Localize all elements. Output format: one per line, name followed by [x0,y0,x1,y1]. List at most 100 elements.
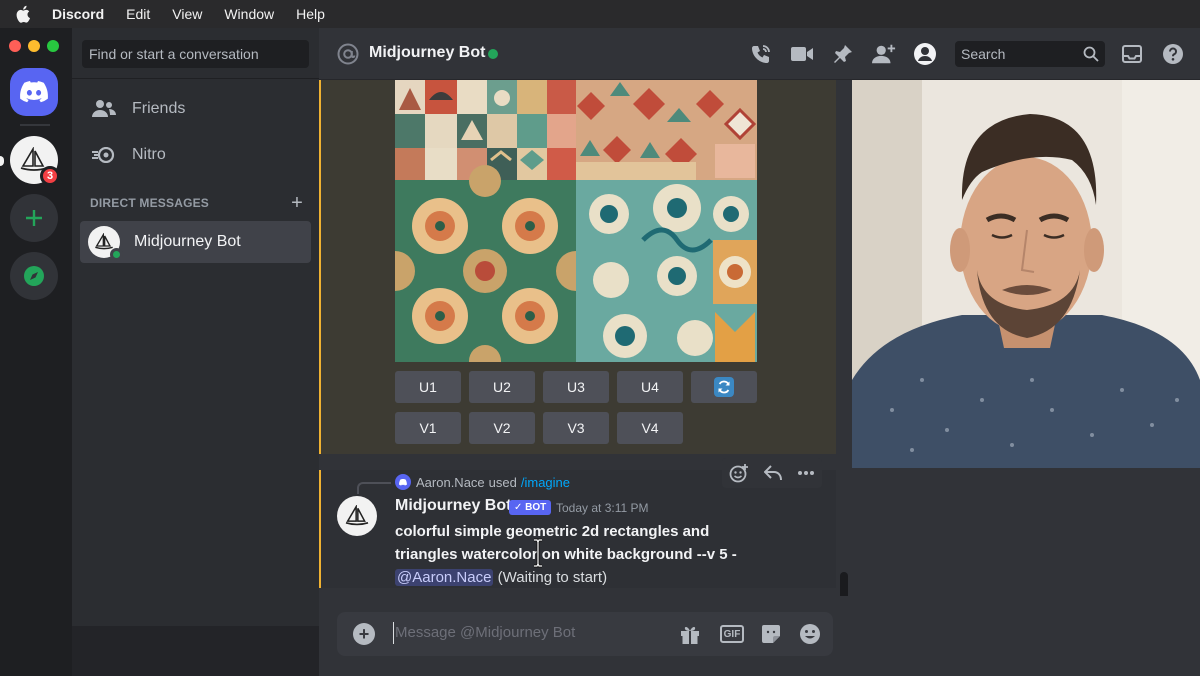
add-reaction-icon[interactable] [729,463,749,483]
zoom-window-button[interactable] [47,40,59,52]
webcam-overlay [852,80,1200,468]
message-input[interactable]: Message @Midjourney Bot [395,624,575,641]
explore-servers-button[interactable] [10,252,58,300]
discord-logo-icon [20,81,48,103]
message-list: U1 U2 U3 U4 V1 V2 V3 V4 Aaron.Nace used … [319,80,852,596]
message-author[interactable]: Midjourney Bot [395,497,511,515]
upscale-1-button[interactable]: U1 [395,371,461,403]
text-caret [393,622,394,644]
sidebar-item-friends[interactable]: Friends [80,88,311,130]
prompt-text: colorful simple geometric 2d rectangles … [395,523,728,563]
text-cursor-icon [534,538,542,568]
avatar[interactable] [337,496,377,536]
variation-2-button[interactable]: V2 [469,412,535,444]
reply-user[interactable]: Aaron.Nace [416,475,485,490]
reply-icon[interactable] [763,465,782,481]
header-search-input[interactable]: Search [955,41,1105,67]
pin-icon[interactable] [831,42,855,66]
add-friends-to-dm-icon[interactable] [872,42,896,66]
user-profile-icon[interactable] [913,42,937,66]
gift-icon[interactable] [678,623,702,645]
variation-1-button[interactable]: V1 [395,412,461,444]
user-panel [72,626,319,676]
variation-3-button[interactable]: V3 [543,412,609,444]
discord-logo-icon [395,474,411,490]
dm-item-midjourney-bot[interactable]: Midjourney Bot [80,221,311,263]
nitro-icon [92,143,116,167]
menu-window[interactable]: Window [224,6,274,22]
direct-messages-label: DIRECT MESSAGES [90,196,210,210]
sidebar-item-label: Nitro [132,146,166,163]
sticker-icon[interactable] [759,623,783,645]
sidebar-divider [72,78,319,79]
search-icon [1083,46,1099,62]
upscale-4-button[interactable]: U4 [617,371,683,403]
chat-background [852,468,1200,676]
image-grid-message: U1 U2 U3 U4 V1 V2 V3 V4 [319,80,836,454]
message-timestamp: Today at 3:11 PM [556,501,649,515]
inbox-icon[interactable] [1120,42,1144,66]
reply-connector [357,482,391,494]
friends-icon [92,97,116,121]
more-options-icon[interactable] [797,470,815,476]
plus-icon [26,210,42,226]
direct-messages-header: DIRECT MESSAGES + [90,193,303,213]
voice-call-icon[interactable] [749,42,773,66]
window-controls [9,40,59,52]
message-hover-toolbar [722,458,822,488]
variation-4-button[interactable]: V4 [617,412,683,444]
presenter-video [852,80,1200,468]
user-mention[interactable]: @Aaron.Nace [395,569,494,586]
avatar [88,226,123,261]
job-status: (Waiting to start) [497,569,608,586]
variation-button-row: V1 V2 V3 V4 [395,412,683,444]
upscale-button-row: U1 U2 U3 U4 [395,371,757,403]
at-sign-icon [337,43,359,65]
minimize-window-button[interactable] [28,40,40,52]
reply-text: used [488,474,517,490]
create-dm-button[interactable]: + [291,193,303,213]
dm-sidebar: Find or start a conversation Friends Nit… [72,28,319,676]
message-composer[interactable]: + Message @Midjourney Bot GIF [337,612,833,656]
gif-icon: GIF [720,625,744,643]
server-rail: 3 [0,28,72,676]
gif-picker-button[interactable]: GIF [720,623,744,645]
menu-help[interactable]: Help [296,6,325,22]
emoji-icon[interactable] [798,623,822,645]
channel-title: Midjourney Bot [369,44,486,61]
help-icon[interactable] [1161,42,1185,66]
menu-app-name[interactable]: Discord [52,6,104,22]
generated-image [395,80,757,362]
chat-header: Midjourney Bot Search [319,28,1200,80]
chat-scrollbar[interactable] [840,572,848,596]
bot-message: Aaron.Nace used /imagine Midjourney Bot … [319,458,836,589]
midjourney-logo-icon [95,233,113,250]
header-search-placeholder: Search [961,46,1006,62]
attach-plus-icon[interactable]: + [353,623,375,645]
generated-image-grid[interactable] [395,80,757,362]
online-status-dot [110,248,123,261]
upscale-2-button[interactable]: U2 [469,371,535,403]
compass-icon [24,266,44,286]
reroll-button[interactable] [691,371,757,403]
rail-separator [20,124,50,126]
discord-home-button[interactable] [10,68,58,116]
find-conversation-input[interactable]: Find or start a conversation [82,40,309,68]
apple-icon[interactable] [16,5,34,23]
sidebar-item-nitro[interactable]: Nitro [80,134,311,176]
video-call-icon[interactable] [790,42,814,66]
interaction-reference[interactable]: Aaron.Nace used /imagine [395,474,570,490]
bot-tag-badge: ✓ BOT [509,500,552,515]
message-content: colorful simple geometric 2d rectangles … [395,520,775,589]
midjourney-logo-icon [345,505,369,526]
refresh-icon [714,377,734,397]
upscale-3-button[interactable]: U3 [543,371,609,403]
reply-command[interactable]: /imagine [521,475,570,490]
menu-edit[interactable]: Edit [126,6,150,22]
close-window-button[interactable] [9,40,21,52]
menubar: Discord Edit View Window Help [0,0,1200,28]
add-server-button[interactable] [10,194,58,242]
unread-indicator [0,156,4,166]
mention-badge: 3 [40,166,60,186]
menu-view[interactable]: View [172,6,202,22]
